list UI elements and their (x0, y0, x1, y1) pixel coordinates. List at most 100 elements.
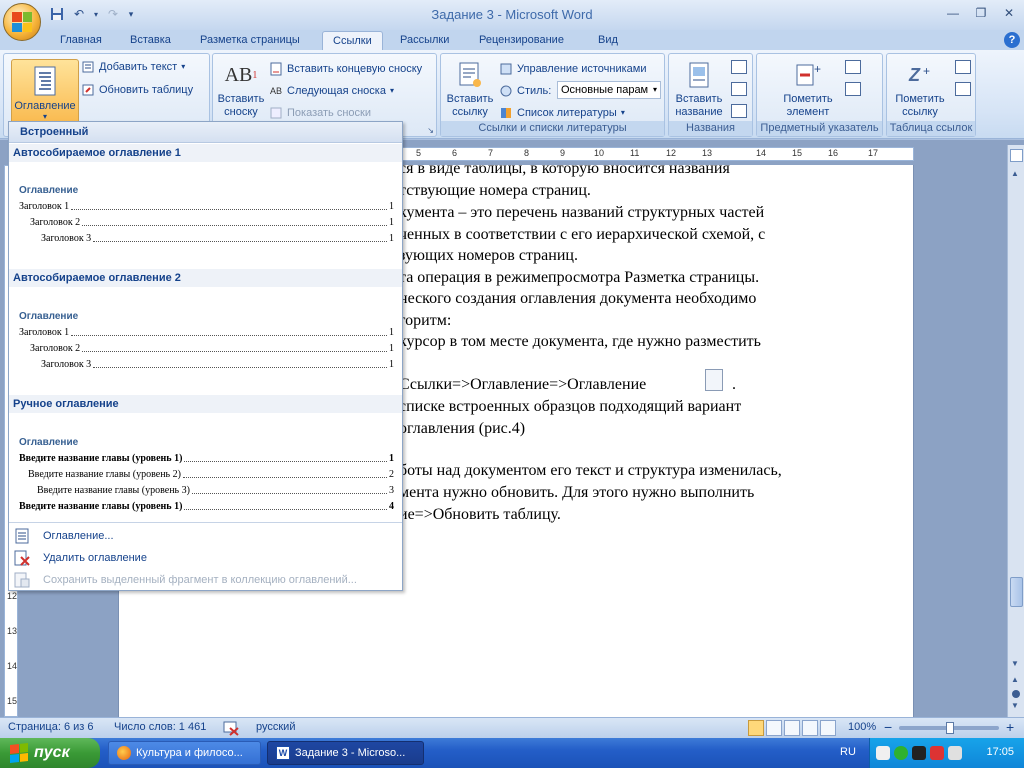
zoom-in-button[interactable]: + (1006, 719, 1014, 735)
chevron-down-icon: ▾ (389, 86, 394, 95)
mark-citation-label-2: ссылку (902, 106, 938, 118)
tab-insert[interactable]: Вставка (120, 31, 181, 50)
outline-view-icon[interactable] (802, 720, 818, 736)
full-screen-reading-view-icon[interactable] (766, 720, 782, 736)
zoom-slider-thumb[interactable] (946, 722, 954, 734)
volume-icon[interactable] (948, 746, 962, 760)
gallery-item-auto-toc-2[interactable]: Автособираемое оглавление 2 (9, 269, 402, 287)
keyboard-language[interactable]: RU (840, 746, 856, 758)
gallery-item-manual-toc[interactable]: Ручное оглавление (9, 395, 402, 413)
title-bar: ↶ ▾ ↷ ▾ Задание 3 - Microsoft Word — ❐ ✕ (0, 0, 1024, 30)
draft-view-icon[interactable] (820, 720, 836, 736)
word-icon: W (276, 746, 290, 760)
menu-item-save-selection[interactable]: Сохранить выделенный фрагмент в коллекци… (9, 569, 402, 591)
show-notes-button[interactable]: Показать сноски (269, 103, 371, 122)
menu-item-remove-toc[interactable]: Удалить оглавление (9, 547, 402, 569)
update-index-icon[interactable] (845, 82, 861, 96)
cross-reference-icon[interactable] (731, 104, 747, 118)
zoom-out-button[interactable]: − (884, 719, 892, 735)
prev-page-icon[interactable]: ▲ (1011, 675, 1019, 684)
vertical-scrollbar[interactable]: ▲ ▼ ▲ ▼ (1007, 145, 1024, 717)
style-select[interactable]: Основные парам ▾ (557, 81, 661, 99)
scroll-down-icon[interactable]: ▼ (1011, 659, 1019, 668)
tray-icon-flag[interactable] (930, 746, 944, 760)
insert-footnote-label-2: сноску (224, 106, 258, 118)
manage-sources-button[interactable]: Управление источниками (499, 59, 646, 78)
ruler-mark: 14 (7, 661, 18, 671)
proofing-icon[interactable] (222, 720, 240, 736)
ruler-mark: 16 (828, 148, 839, 158)
doc-line: курсор в том месте документа, где нужно … (399, 333, 761, 350)
office-logo-icon (12, 12, 32, 32)
toc-icon (32, 66, 58, 96)
ruler-mark: 12 (666, 148, 677, 158)
toc-preview-line: Введите название главы (уровень 1) 4 (19, 499, 394, 515)
toc-button[interactable]: Оглавление ▾ (11, 59, 79, 129)
zoom-level[interactable]: 100% (848, 721, 876, 733)
insert-index-icon[interactable] (845, 60, 861, 74)
toc-preview: Оглавление Введите название главы (урове… (19, 437, 394, 515)
window-controls: — ❐ ✕ (942, 4, 1020, 22)
insert-caption-label-1: Вставить (675, 93, 723, 105)
tab-view[interactable]: Вид (588, 31, 628, 50)
mark-entry-button[interactable]: + Пометить элемент (773, 58, 843, 124)
gallery-menu: Оглавление... Удалить оглавление Сохрани… (9, 522, 402, 590)
add-text-label: Добавить текст (99, 60, 178, 73)
insert-table-of-authorities-icon[interactable] (955, 60, 971, 74)
doc-line: неского создания оглавления документа не… (399, 290, 757, 307)
gallery-item-title: Автособираемое оглавление 1 (9, 144, 402, 162)
language-indicator[interactable]: русский (256, 721, 295, 733)
insert-footnote-button[interactable]: AB 1 Вставить сноску (213, 58, 269, 124)
office-button[interactable] (3, 3, 41, 41)
help-icon[interactable]: ? (1004, 32, 1020, 48)
update-table-icon (81, 83, 95, 97)
table-of-authorities-group-label: Таблица ссылок (887, 121, 975, 136)
insert-table-of-figures-icon[interactable] (731, 60, 747, 74)
update-table-of-authorities-icon[interactable] (955, 82, 971, 96)
taskbar-item-browser[interactable]: Культура и филосо... (108, 741, 261, 765)
doc-line: ся в виде таблицы, в которую вносится на… (399, 165, 730, 177)
start-button[interactable]: пуск (0, 738, 100, 768)
toc-entry-page: 1 (389, 359, 394, 370)
insert-endnote-button[interactable]: Вставить концевую сноску (269, 59, 422, 78)
tray-icon-network[interactable] (876, 746, 890, 760)
ruler-toggle-icon[interactable] (1010, 149, 1023, 162)
scroll-up-icon[interactable]: ▲ (1011, 169, 1019, 178)
tab-references[interactable]: Ссылки (322, 31, 383, 50)
tray-icon-status[interactable] (894, 746, 908, 760)
menu-item-toc-dialog[interactable]: Оглавление... (9, 525, 402, 547)
insert-caption-button[interactable]: Вставить название (669, 58, 729, 124)
mark-citation-icon: Z + (905, 60, 935, 90)
page-count[interactable]: Страница: 6 из 6 (8, 721, 94, 733)
menu-item-label: Оглавление... (43, 530, 114, 542)
tab-page-layout[interactable]: Разметка страницы (190, 31, 310, 50)
caption-icon (684, 60, 714, 90)
toc-entry-page: 1 (389, 201, 394, 212)
next-page-icon[interactable]: ▼ (1011, 701, 1019, 710)
web-layout-view-icon[interactable] (784, 720, 800, 736)
footnotes-dialog-launcher-icon[interactable]: ↘ (427, 126, 434, 135)
word-count[interactable]: Число слов: 1 461 (114, 721, 206, 733)
taskbar-item-word[interactable]: W Задание 3 - Microso... (267, 741, 424, 765)
mark-citation-button[interactable]: Z + Пометить ссылку (887, 58, 953, 124)
scrollbar-thumb[interactable] (1010, 577, 1023, 607)
chevron-down-icon: ▾ (620, 108, 625, 117)
toc-preview-heading: Оглавление (19, 311, 79, 322)
print-layout-view-icon[interactable] (748, 720, 764, 736)
gallery-item-auto-toc-1[interactable]: Автособираемое оглавление 1 (9, 144, 402, 162)
next-footnote-button[interactable]: AB Следующая сноска ▾ (269, 81, 394, 100)
update-table-button[interactable]: Обновить таблицу (81, 80, 193, 99)
insert-citation-button[interactable]: Вставить ссылку (441, 58, 499, 124)
bibliography-button[interactable]: Список литературы ▾ (499, 103, 625, 122)
close-icon[interactable]: ✕ (998, 4, 1020, 22)
system-tray: RU 17:05 (840, 738, 1024, 768)
tab-review[interactable]: Рецензирование (469, 31, 574, 50)
update-table-of-figures-icon[interactable] (731, 82, 747, 96)
tab-home[interactable]: Главная (50, 31, 112, 50)
maximize-icon[interactable]: ❐ (970, 4, 992, 22)
tab-mailings[interactable]: Рассылки (390, 31, 459, 50)
browse-object-icon[interactable] (1012, 690, 1020, 698)
tray-icon-display[interactable] (912, 746, 926, 760)
minimize-icon[interactable]: — (942, 4, 964, 22)
add-text-button[interactable]: Добавить текст ▾ (81, 57, 185, 76)
